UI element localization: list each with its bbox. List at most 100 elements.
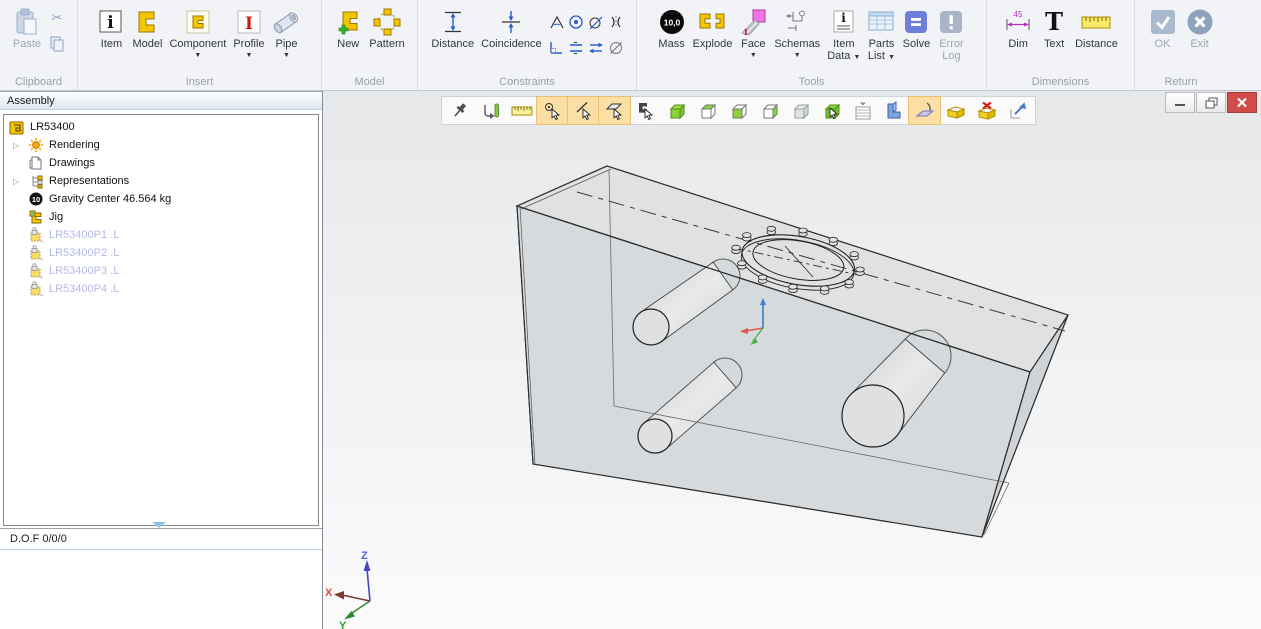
select-component-button[interactable] (630, 97, 661, 124)
profile-view-button[interactable] (878, 97, 909, 124)
expand-arrow-icon[interactable]: ▷ (13, 141, 28, 150)
pipe-button[interactable]: Pipe ▼ (269, 3, 305, 59)
tree-item-root[interactable]: LR53400 (4, 118, 318, 136)
concentric-constraint-icon (567, 13, 585, 31)
symmetry-constraint-icon (607, 13, 625, 31)
perpendicular-constraint-button[interactable] (546, 35, 566, 61)
tree-item-part3[interactable]: LR53400P3 .L (4, 262, 318, 280)
pattern-button[interactable]: Pattern (366, 3, 407, 51)
concentric-constraint-button[interactable] (566, 9, 586, 35)
cube-iso-green-button[interactable] (661, 97, 692, 124)
cube-left-face-icon (729, 101, 749, 121)
select-edge-button[interactable] (568, 97, 599, 124)
symmetry-constraint-button[interactable] (606, 9, 626, 35)
coincidence-constraint-icon (498, 9, 524, 35)
item-data-button[interactable]: i Item Data ▼ (824, 3, 863, 64)
component-button[interactable]: Component ▼ (166, 3, 229, 59)
distance-dim-button[interactable]: Distance (1072, 3, 1121, 51)
select-face-icon (605, 101, 625, 121)
item-data-icon: i (831, 9, 857, 35)
close-button[interactable] (1227, 92, 1257, 113)
cube-shaded-button[interactable] (785, 97, 816, 124)
face-icon: I (739, 8, 767, 36)
tree-item-rendering[interactable]: ▷ Rendering (4, 136, 318, 154)
distance-constraint-button[interactable]: Distance (428, 3, 477, 51)
page-icon (28, 155, 44, 171)
face-button[interactable]: I Face ▼ (736, 3, 770, 59)
model-button[interactable]: Model (129, 3, 165, 51)
ribbon-group-return: OK Exit Return (1135, 0, 1227, 90)
face-dropdown-arrow[interactable]: ▼ (750, 51, 757, 59)
tree-item-representations[interactable]: ▷ Representations (4, 172, 318, 190)
copy-icon (49, 36, 65, 52)
locked-part-icon (28, 281, 44, 297)
tree-item-part4[interactable]: LR53400P4 .L (4, 280, 318, 298)
copy-button[interactable] (46, 35, 68, 53)
mass-icon: 10,0 (658, 8, 686, 36)
error-log-button[interactable]: Error Log (934, 3, 968, 62)
sketch-plane-button[interactable] (909, 97, 940, 124)
mass-button[interactable]: 10,0 Mass (655, 3, 689, 51)
tree-item-part1[interactable]: LR53400P1 .L (4, 226, 318, 244)
parallel-constraint-button[interactable] (586, 35, 606, 61)
select-point-button[interactable] (537, 97, 568, 124)
locked-part-icon (28, 245, 44, 261)
parts-list-button[interactable]: Parts List ▼ (864, 3, 898, 64)
error-log-icon (937, 8, 965, 36)
cut-button[interactable]: ✂ (46, 9, 68, 27)
pipe-dropdown-arrow[interactable]: ▼ (283, 51, 290, 59)
tree-item-jig[interactable]: Jig (4, 208, 318, 226)
svg-text:I: I (744, 27, 748, 36)
fix-constraint-button[interactable] (606, 35, 626, 61)
solve-button[interactable]: Solve (899, 3, 933, 51)
tree-item-drawings[interactable]: Drawings (4, 154, 318, 172)
ruler-button[interactable] (506, 97, 537, 124)
new-button[interactable]: New (331, 3, 365, 51)
display-list-button[interactable] (847, 97, 878, 124)
component-dropdown-arrow[interactable]: ▼ (194, 51, 201, 59)
ruler-icon (511, 101, 533, 121)
cube-select-button[interactable] (816, 97, 847, 124)
box-open-button[interactable] (940, 97, 971, 124)
angle-constraint-button[interactable] (546, 9, 566, 35)
ribbon-group-insert: i Item Model Component ▼ I Profile (78, 0, 322, 90)
dof-status: D.O.F 0/0/0 (0, 528, 322, 550)
exit-button[interactable]: Exit (1182, 3, 1218, 51)
parts-list-dropdown-arrow[interactable]: ▼ (888, 54, 895, 61)
box-delete-icon (977, 101, 997, 121)
restore-button[interactable] (1196, 92, 1226, 113)
export-view-button[interactable] (1002, 97, 1033, 124)
item-data-dropdown-arrow[interactable]: ▼ (854, 54, 861, 61)
profile-button[interactable]: I Profile ▼ (230, 3, 267, 59)
expand-arrow-icon[interactable]: ▷ (13, 177, 28, 186)
equal-constraint-button[interactable] (566, 35, 586, 61)
cube-left-face-button[interactable] (723, 97, 754, 124)
schemas-dropdown-arrow[interactable]: ▼ (794, 51, 801, 59)
box-delete-button[interactable] (971, 97, 1002, 124)
cube-right-face-button[interactable] (754, 97, 785, 124)
minimize-button[interactable] (1165, 92, 1195, 113)
schemas-button[interactable]: Schemas ▼ (771, 3, 823, 59)
measure-update-button[interactable] (475, 97, 506, 124)
tangent-constraint-button[interactable] (586, 9, 606, 35)
dim-button[interactable]: 45 Dim (1000, 3, 1036, 51)
explode-button[interactable]: Explode (690, 3, 736, 51)
cube-top-face-button[interactable] (692, 97, 723, 124)
paste-button[interactable]: Paste (9, 3, 45, 51)
pin-button[interactable] (444, 97, 475, 124)
parts-list-icon (867, 9, 895, 35)
ok-button[interactable]: OK (1145, 3, 1181, 51)
text-button[interactable]: T Text (1037, 3, 1071, 51)
coincidence-constraint-button[interactable]: Coincidence (478, 3, 545, 51)
parallel-constraint-icon (587, 39, 605, 57)
sketch-plane-icon (915, 101, 935, 121)
explode-icon (697, 9, 727, 35)
restore-icon (1205, 97, 1218, 109)
item-button[interactable]: i Item (94, 3, 128, 51)
select-face-button[interactable] (599, 97, 630, 124)
tree-item-gravity-center[interactable]: 10 Gravity Center 46.564 kg (4, 190, 318, 208)
profile-dropdown-arrow[interactable]: ▼ (245, 51, 252, 59)
svg-text:45: 45 (1014, 10, 1023, 19)
3d-viewport[interactable]: Z X Y (323, 91, 1261, 629)
tree-item-part2[interactable]: LR53400P2 .L (4, 244, 318, 262)
